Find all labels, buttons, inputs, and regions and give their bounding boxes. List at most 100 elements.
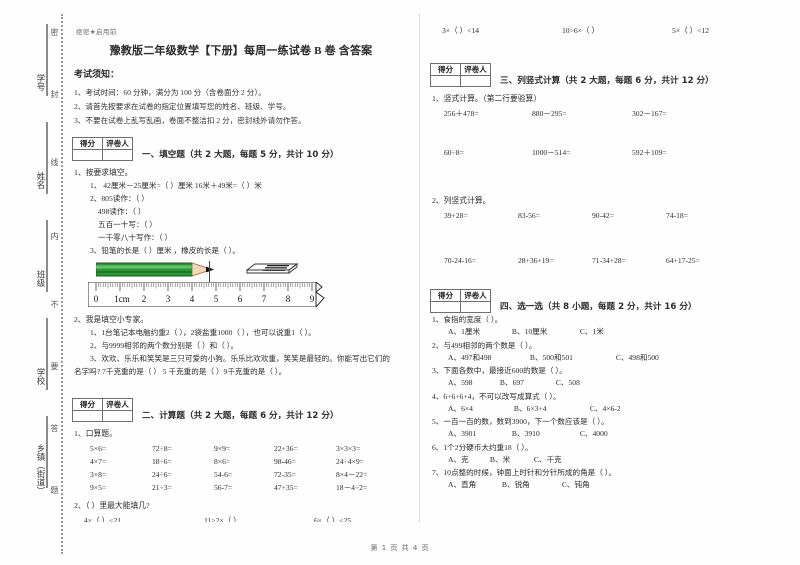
option-b[interactable]: B、10厘米 bbox=[512, 326, 578, 339]
option-a[interactable]: A、497和498 bbox=[448, 352, 528, 365]
grader-value-cell[interactable] bbox=[102, 410, 133, 422]
score-value-cell[interactable] bbox=[430, 75, 461, 87]
score-value-cell[interactable] bbox=[72, 410, 103, 422]
option-b[interactable]: B、3910 bbox=[512, 428, 578, 441]
grader-value-cell[interactable] bbox=[102, 149, 133, 161]
option-a[interactable]: A、直角 bbox=[448, 479, 500, 492]
section-title-3: 三、列竖式计算（共 2 大题，每题 6 分，共计 12 分） bbox=[500, 76, 714, 86]
option-c[interactable]: C、508 bbox=[556, 377, 580, 390]
score-value-cell[interactable] bbox=[430, 301, 461, 313]
seal-char-7: 题 bbox=[50, 486, 59, 494]
work-space-3 bbox=[430, 222, 768, 252]
seal-char-0: 密 bbox=[50, 28, 59, 36]
oral-item: 24÷4×9= bbox=[336, 457, 364, 466]
seal-label-school: 学校 bbox=[35, 368, 45, 385]
section-title-2: 二、计算题（共 2 大题，每题 6 分，共计 12 分） bbox=[142, 411, 339, 421]
q2-label: 2、我是填空小专家。 bbox=[74, 315, 149, 324]
seal-dotted-line bbox=[61, 14, 63, 554]
work-space-2 bbox=[430, 159, 768, 189]
option-a[interactable]: A、克 bbox=[448, 454, 488, 467]
vertical-item: 74-18= bbox=[666, 211, 688, 220]
q2-3-text-b: 名字吗? 7千克重的是（ ） 5 千克重的是（ ）9千克重的是（ ）。 bbox=[74, 367, 287, 376]
option-c[interactable]: C、千克 bbox=[534, 454, 562, 467]
seal-rule-1 bbox=[46, 24, 48, 96]
pencil-icon bbox=[96, 262, 214, 277]
seal-rule-5 bbox=[46, 416, 48, 488]
option-c[interactable]: C、1米 bbox=[580, 326, 604, 339]
vertical-item: 1000－514= bbox=[532, 148, 571, 157]
seal-label-township: 乡镇（街道） bbox=[35, 444, 45, 495]
vertical-row-4: 70-24-16= 28+36+19= 71-34+28= 64+17-25= bbox=[444, 254, 768, 267]
oral-item: 3×8= bbox=[90, 470, 107, 479]
q1-2-d: 一千零八十写作：（ ） bbox=[98, 233, 173, 242]
oral-item: 47+35= bbox=[274, 483, 298, 492]
choice-options-6: A、克 B、米 C、千克 bbox=[448, 454, 768, 467]
ruler-tick-5: 5 bbox=[214, 294, 219, 304]
section-fill-in-blanks: 得分 评卷人 一、填空题（共 2 大题，每题 5 分，共计 10 分） bbox=[72, 137, 410, 161]
q2-2-text: 2、与9999相邻的两个数分别是（ ）和（ ）。 bbox=[90, 341, 239, 350]
option-c[interactable]: C、498和500 bbox=[616, 352, 659, 365]
option-b[interactable]: B、6×3+4 bbox=[514, 403, 588, 416]
grader-value-cell[interactable] bbox=[460, 75, 491, 87]
choice-stem-3: 3、下面各数中，最接近600的数是（ ）。 bbox=[432, 366, 567, 375]
oral-item: 9×5= bbox=[90, 483, 107, 492]
seal-char-2: 线 bbox=[50, 158, 59, 166]
section-title-1: 一、填空题（共 2 大题，每题 5 分，共计 10 分） bbox=[142, 150, 339, 160]
choice-stem-6: 6、1个2分硬币大约重18（ ）。 bbox=[432, 442, 533, 452]
seal-char-5: 要 bbox=[50, 362, 59, 370]
option-b[interactable]: B、锐角 bbox=[502, 479, 560, 492]
grader-value-cell[interactable] bbox=[460, 301, 491, 313]
vertical-item: 880－295= bbox=[532, 109, 567, 118]
seal-char-6: 答 bbox=[50, 424, 59, 432]
section-multiple-choice: 得分 评卷人 四、选一选（共 8 小题，每题 2 分，共计 16 分） bbox=[430, 289, 768, 313]
section-calculation: 得分 评卷人 二、计算题（共 2 大题，每题 6 分，共计 12 分） bbox=[72, 398, 410, 422]
q1-3-text: 3、铅笔的长是（ ）厘米 ，橡皮的长是（ ）。 bbox=[90, 246, 240, 255]
eraser-icon bbox=[245, 263, 299, 274]
option-a[interactable]: A、3901 bbox=[448, 428, 510, 441]
option-a[interactable]: A、1厘米 bbox=[448, 326, 510, 339]
option-a[interactable]: A、6×4 bbox=[448, 403, 512, 416]
column-divider bbox=[419, 14, 420, 522]
oral-item: 3×3×3= bbox=[336, 444, 361, 453]
oral-item: 21÷3= bbox=[152, 483, 172, 492]
score-table-section-4: 得分 评卷人 bbox=[430, 289, 491, 313]
vertical-item: 39+28= bbox=[444, 211, 468, 220]
score-value-cell[interactable] bbox=[72, 149, 103, 161]
oral-item: 18－4÷2= bbox=[336, 483, 368, 492]
option-c[interactable]: C、4×6-2 bbox=[590, 403, 621, 416]
vertical-item: 64+17-25= bbox=[666, 256, 700, 265]
option-c[interactable]: C、钝角 bbox=[562, 479, 590, 492]
score-table-section-1: 得分 评卷人 bbox=[72, 137, 133, 161]
option-b[interactable]: B、697 bbox=[500, 377, 554, 390]
score-label: 得分 bbox=[430, 63, 461, 76]
ruler-tick-8: 8 bbox=[286, 294, 291, 304]
choice-stem-5: 5、一百一百的数，数到3900，下一个数应该是（ ）。 bbox=[432, 417, 609, 426]
vertical-q2-label: 2、列竖式计算。 bbox=[432, 196, 491, 205]
option-c[interactable]: C、4000 bbox=[580, 428, 608, 441]
score-table-section-2: 得分 评卷人 bbox=[72, 398, 133, 422]
q1-label: 1、按要求填空。 bbox=[74, 168, 133, 177]
page-footer: 第 1 页 共 4 页 bbox=[370, 544, 430, 552]
option-b[interactable]: B、米 bbox=[490, 454, 532, 467]
ruler-tick-3: 3 bbox=[166, 294, 171, 304]
calc-q2-label: 2、（ ）里最大能填几? bbox=[74, 501, 150, 510]
vertical-item: 71-34+28= bbox=[592, 256, 626, 265]
blank-item: 11>2×（ ） bbox=[204, 516, 241, 522]
choice-options-4: A、6×4 B、6×3+4 C、4×6-2 bbox=[448, 403, 768, 416]
choice-options-5: A、3901 B、3910 C、4000 bbox=[448, 428, 768, 441]
choice-options-2: A、497和498 B、500和501 C、498和500 bbox=[448, 352, 768, 365]
choice-options-1: A、1厘米 B、10厘米 C、1米 bbox=[448, 326, 768, 339]
q1-2-a: 2、805读作：（ ） bbox=[90, 194, 149, 203]
ruler-graphic: 0 1cm 2 3 4 5 6 7 8 9 bbox=[88, 282, 325, 307]
ruler-tick-0: 0 bbox=[94, 294, 99, 304]
option-a[interactable]: A、598 bbox=[448, 377, 498, 390]
exam-notice-line-1: 1、考试时间：60 分钟，满分为 100 分（含卷面分 2 分）。 bbox=[74, 88, 266, 97]
vertical-item: 592＋109= bbox=[632, 148, 667, 157]
option-b[interactable]: B、500和501 bbox=[530, 352, 614, 365]
choice-stem-1: 1、食指的宽度（ ）。 bbox=[432, 315, 503, 324]
oral-item: 54-6= bbox=[214, 470, 233, 479]
exam-paper-page: 学号 姓名 班级 学校 乡镇（街道） 密 封 线 内 不 要 答 题 绝密★启用… bbox=[0, 0, 800, 565]
ruler-tick-4: 4 bbox=[190, 294, 195, 304]
q1-2-c: 五百一十写：（ ） bbox=[98, 220, 157, 229]
right-column: 3×（ ）<14 10>6×（ ） 5×（ ）<12 得分 评卷人 三、列竖式计… bbox=[430, 14, 768, 522]
